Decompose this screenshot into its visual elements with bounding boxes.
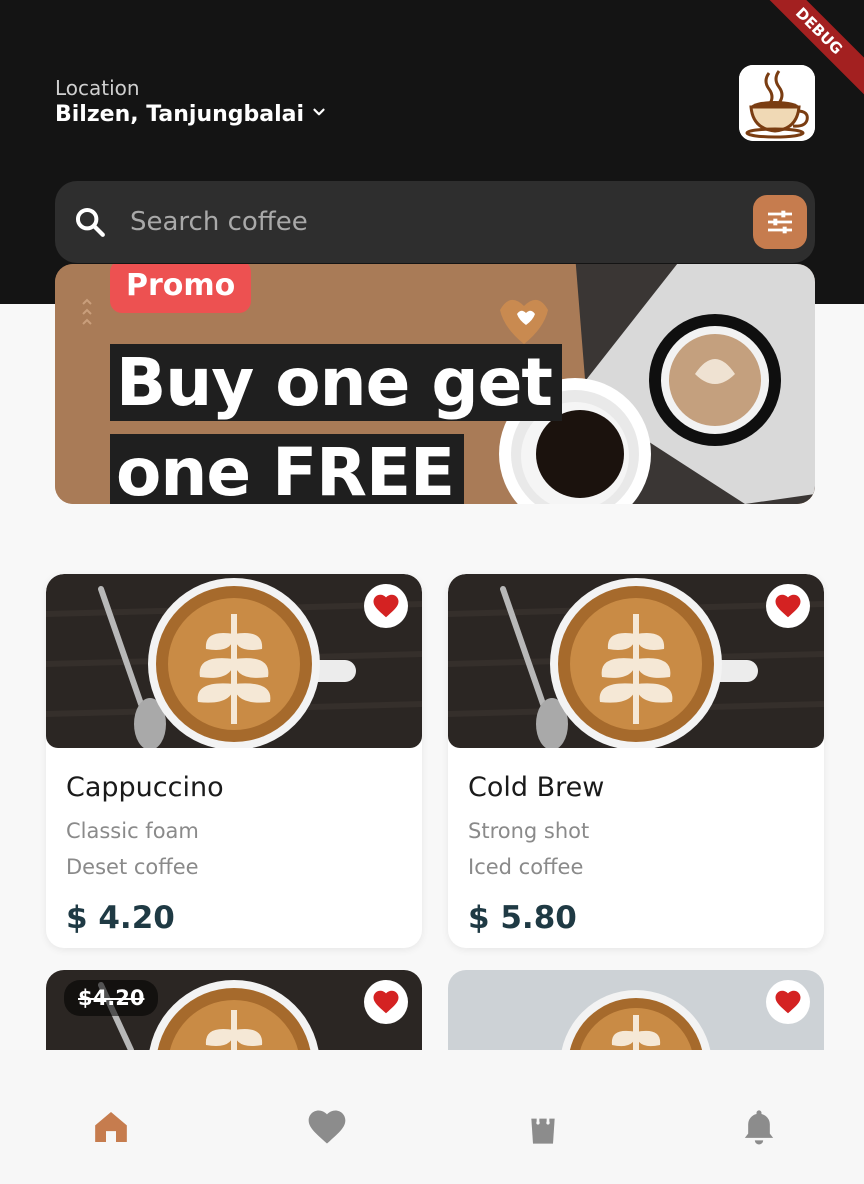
chevron-down-icon <box>310 102 328 127</box>
nav-favorites[interactable] <box>305 1105 349 1149</box>
product-card[interactable]: Cold Brew Strong shot Iced coffee $ 5.80 <box>448 574 824 948</box>
old-price-badge: $4.20 <box>64 980 159 1016</box>
bell-icon <box>744 1110 774 1145</box>
product-subtitle: Strong shot <box>468 819 590 843</box>
product-name: Cappuccino <box>66 772 224 803</box>
filter-sliders-icon <box>768 210 792 234</box>
search-input[interactable] <box>130 199 730 245</box>
favorite-button[interactable] <box>766 584 810 628</box>
product-card[interactable]: $4.20 <box>46 970 422 1050</box>
search-icon <box>73 205 107 239</box>
heart-icon <box>308 1110 346 1144</box>
location-selector[interactable]: Bilzen, Tanjungbalai <box>55 102 328 127</box>
coffee-cup-logo-icon <box>739 65 815 141</box>
product-category: Iced coffee <box>468 855 584 879</box>
home-icon <box>95 1112 127 1142</box>
bottom-navigation <box>0 1050 864 1184</box>
promo-badge: Promo <box>110 264 252 313</box>
shopping-bag-icon <box>531 1110 555 1144</box>
favorite-button[interactable] <box>364 980 408 1024</box>
product-card[interactable] <box>448 970 824 1050</box>
nav-notifications[interactable] <box>737 1105 781 1149</box>
promo-headline-line-2: one FREE <box>110 434 465 504</box>
header: Location Bilzen, Tanjungbalai <box>0 0 864 304</box>
heart-icon <box>775 990 801 1014</box>
heart-icon <box>373 990 399 1014</box>
product-card[interactable]: Cappuccino Classic foam Deset coffee $ 4… <box>46 574 422 948</box>
product-subtitle: Classic foam <box>66 819 199 843</box>
nav-cart[interactable] <box>521 1105 565 1149</box>
promo-banner[interactable]: Promo Buy one get one FREE <box>55 264 815 504</box>
search-bar <box>55 181 815 263</box>
heart-icon <box>373 594 399 618</box>
nav-home[interactable] <box>89 1105 133 1149</box>
product-price: $ 4.20 <box>66 900 175 936</box>
location-value: Bilzen, Tanjungbalai <box>55 102 305 127</box>
filter-button[interactable] <box>753 195 807 249</box>
promo-headline-line-1: Buy one get <box>110 344 562 421</box>
heart-icon <box>775 594 801 618</box>
favorite-button[interactable] <box>766 980 810 1024</box>
location-label: Location <box>55 76 140 100</box>
favorite-button[interactable] <box>364 584 408 628</box>
product-price: $ 5.80 <box>468 900 577 936</box>
avatar[interactable] <box>739 65 815 141</box>
product-name: Cold Brew <box>468 772 605 803</box>
product-category: Deset coffee <box>66 855 199 879</box>
